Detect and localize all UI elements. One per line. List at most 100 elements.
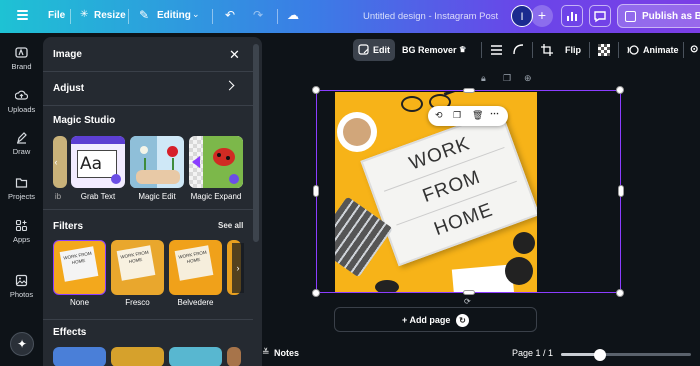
filters-heading: Filters (53, 221, 84, 232)
rotate-icon[interactable]: ⟳ (464, 297, 471, 306)
edit-button[interactable]: Edit (353, 39, 395, 61)
divider (683, 42, 684, 58)
divider (212, 9, 213, 24)
cloud-upload-icon (15, 90, 28, 100)
rail-projects[interactable]: Projects (0, 176, 43, 201)
resize-handle[interactable] (618, 185, 624, 197)
add-page-label: + Add page (402, 315, 451, 325)
divider (589, 42, 590, 58)
scroll-right-icon[interactable]: › (232, 243, 244, 293)
magic-tool-label: Magic Expand (190, 192, 242, 201)
filter-fresco-tile[interactable]: WORK FROM HOME (111, 240, 164, 295)
filter-none-tile[interactable]: WORK FROM HOME (53, 240, 106, 295)
magic-tool-label: ib (54, 192, 62, 201)
crop-icon[interactable] (541, 44, 553, 56)
magic-assistant-button[interactable]: ✦ (10, 332, 34, 356)
resize-handle[interactable] (312, 86, 320, 94)
undo-icon[interactable]: ↶ (225, 8, 235, 22)
context-toolbar: Edit BG Remover ♛ Flip Animate ⊙ (353, 39, 700, 61)
folder-icon (15, 178, 28, 188)
edit-label: Edit (373, 45, 390, 55)
filter-label: Belvedere (177, 298, 214, 307)
divider (618, 42, 619, 58)
insights-button[interactable] (561, 5, 583, 27)
zoom-slider-knob[interactable] (594, 348, 606, 361)
menu-icon[interactable] (17, 10, 28, 20)
close-icon[interactable]: ✕ (229, 47, 240, 63)
sparkle-icon: ✳ (80, 9, 89, 20)
resize-handle[interactable] (312, 289, 320, 297)
grab-text-sample: Aa (77, 150, 117, 178)
duplicate-page-icon[interactable]: ❐ (503, 73, 511, 84)
notes-button[interactable]: Notes (274, 348, 299, 358)
editing-mode-button[interactable]: Editing (157, 10, 191, 21)
border-style-icon[interactable] (491, 45, 502, 55)
effect-tile[interactable] (53, 347, 106, 366)
animate-button[interactable]: Animate (643, 39, 679, 61)
design-title[interactable]: Untitled design - Instagram Post (363, 11, 498, 22)
photo-icon (15, 274, 28, 287)
rail-uploads[interactable]: Uploads (0, 89, 43, 114)
lock-icon[interactable]: 🔒︎ (481, 73, 486, 84)
rail-brand[interactable]: Brand (0, 46, 43, 71)
effect-tile[interactable] (227, 347, 241, 366)
rail-label: Brand (11, 62, 32, 71)
thumb-text: WORK FROM HOME (174, 245, 214, 281)
add-page-button[interactable]: + Add page ↻ (334, 307, 537, 332)
resize-handle[interactable] (616, 86, 624, 94)
filter-belvedere-tile[interactable]: WORK FROM HOME (169, 240, 222, 295)
panel-scrollbar[interactable] (253, 44, 259, 242)
adjust-row[interactable]: Adjust (53, 83, 84, 94)
divider (43, 105, 253, 106)
add-page-icon[interactable]: ⊕ (524, 73, 532, 84)
rail-label: Draw (12, 147, 31, 156)
effect-tile[interactable] (169, 347, 222, 366)
more-options-icon[interactable]: ⋯ (490, 108, 499, 119)
rail-photos[interactable]: Photos (0, 274, 43, 299)
rail-apps[interactable]: Apps (0, 219, 43, 244)
transparency-icon[interactable] (598, 44, 610, 56)
regenerate-icon[interactable]: ⟲ (435, 110, 443, 121)
invite-button[interactable]: + (531, 5, 553, 27)
divider (128, 9, 129, 24)
resize-handle[interactable] (616, 289, 624, 297)
rail-label: Projects (7, 192, 36, 201)
rail-draw[interactable]: Draw (0, 131, 43, 156)
publish-button[interactable]: Publish as Bra (617, 4, 700, 28)
grab-text-tile[interactable]: Aa (71, 136, 125, 188)
flip-button[interactable]: Flip (565, 39, 581, 61)
resize-handle[interactable] (313, 185, 319, 197)
effect-tile[interactable] (111, 347, 164, 366)
bg-remover-button[interactable]: BG Remover (402, 39, 457, 61)
thumb-text: WORK FROM HOME (59, 246, 99, 282)
apps-icon (15, 219, 28, 232)
rail-label: Uploads (7, 105, 36, 114)
chevron-right-icon[interactable] (224, 80, 235, 91)
resize-handle[interactable] (463, 290, 475, 295)
trash-icon[interactable]: 🗑︎ (472, 110, 483, 121)
magic-edit-tile[interactable] (130, 136, 184, 188)
zoom-slider[interactable] (561, 348, 691, 361)
resize-handle[interactable] (463, 88, 475, 93)
comments-button[interactable] (589, 5, 611, 27)
chevron-down-icon[interactable]: ⌄ (192, 9, 200, 20)
magic-tool-label: Grab Text (80, 192, 116, 201)
more-icon[interactable]: ⊙ (690, 39, 698, 61)
cloud-save-icon[interactable]: ☁ (287, 8, 299, 22)
magic-expand-tile[interactable] (189, 136, 243, 188)
see-all-link[interactable]: See all (218, 221, 243, 230)
top-bar: File ✳ Resize ✎ Editing ⌄ ↶ ↷ ☁ Untitled… (0, 0, 700, 33)
duplicate-icon[interactable]: ❐ (453, 110, 461, 121)
avatar[interactable]: I (511, 5, 533, 27)
resize-button[interactable]: Resize (94, 10, 126, 21)
page-info[interactable]: Page 1 / 1 (512, 348, 553, 358)
floating-toolbar: ⟲ ❐ 🗑︎ ⋯ (428, 106, 508, 126)
scroll-left-icon[interactable]: ‹ (51, 137, 61, 187)
publish-label: Publish as Bra (642, 11, 700, 22)
thumb-text: WORK FROM HOME (116, 245, 156, 281)
redo-icon[interactable]: ↷ (253, 8, 263, 22)
file-menu[interactable]: File (48, 10, 65, 21)
sparkle-icon: ✦ (16, 337, 28, 351)
edit-image-icon (358, 44, 369, 55)
corner-rounding-icon[interactable] (513, 44, 524, 55)
